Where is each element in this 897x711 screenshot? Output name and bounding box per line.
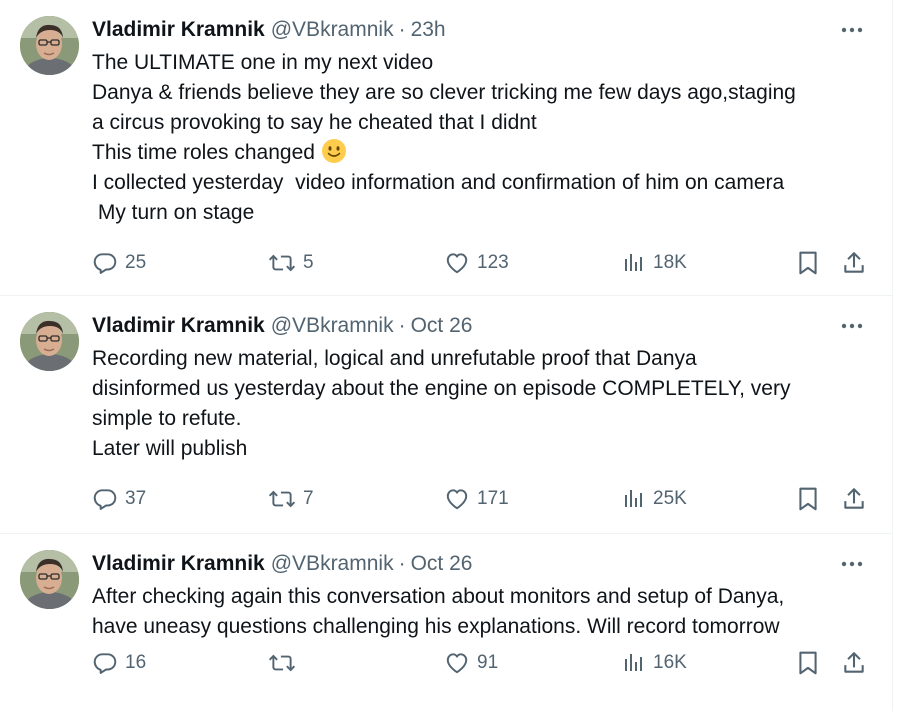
author-name[interactable]: Vladimir Kramnik (92, 310, 265, 342)
author-handle[interactable]: @VBkramnik (271, 310, 394, 342)
timestamp[interactable]: Oct 26 (411, 548, 473, 580)
like-button[interactable]: 91 (444, 650, 498, 676)
views-count: 25K (653, 488, 687, 509)
tweet-text: After checking again this conversation a… (92, 582, 864, 642)
tweet-header: Vladimir Kramnik @VBkramnik · 23h (92, 14, 864, 46)
timestamp[interactable]: 23h (411, 14, 446, 46)
views-icon (625, 490, 642, 507)
retweet-count: 7 (303, 488, 314, 509)
retweet-icon (268, 254, 296, 272)
tweet[interactable]: Vladimir Kramnik @VBkramnik · Oct 26 Rec… (0, 296, 892, 534)
avatar[interactable] (20, 550, 79, 609)
author-handle[interactable]: @VBkramnik (271, 14, 394, 46)
like-button[interactable]: 123 (444, 250, 509, 276)
more-button[interactable] (838, 20, 866, 40)
reply-button[interactable]: 37 (92, 486, 146, 512)
tweet[interactable]: Vladimir Kramnik @VBkramnik · 23h The UL… (0, 0, 892, 296)
share-button[interactable] (842, 650, 866, 676)
views-button[interactable]: 25K (622, 487, 687, 511)
tweet-text-line: The ULTIMATE one in my next video (92, 51, 434, 74)
tweet-text-line: a circus provoking to say he cheated tha… (92, 111, 537, 134)
tweet-text: The ULTIMATE one in my next video Danya … (92, 48, 864, 228)
like-button[interactable]: 171 (444, 486, 509, 512)
separator: · (398, 18, 406, 41)
reply-count: 25 (125, 252, 147, 273)
more-button[interactable] (838, 316, 866, 336)
avatar[interactable] (20, 312, 79, 371)
reply-icon (93, 653, 117, 674)
share-icon (844, 652, 864, 673)
more-button[interactable] (838, 554, 866, 574)
bookmark-button[interactable] (796, 250, 820, 276)
bookmark-icon (799, 487, 817, 511)
share-button[interactable] (842, 486, 866, 512)
slightly-smiling-face-emoji (321, 139, 346, 163)
tweet-text-line: I collected yesterday video information … (92, 171, 785, 194)
reply-icon (93, 253, 117, 274)
author-name[interactable]: Vladimir Kramnik (92, 14, 265, 46)
reply-button[interactable]: 25 (92, 250, 146, 276)
bookmark-icon (799, 651, 817, 675)
share-icon (844, 252, 864, 273)
more-horizontal-icon (841, 323, 863, 329)
tweet-header: Vladimir Kramnik @VBkramnik · Oct 26 (92, 548, 864, 580)
heart-icon (446, 253, 468, 274)
retweet-icon (268, 490, 296, 508)
tweet-text: Recording new material, logical and unre… (92, 344, 864, 464)
reply-count: 37 (125, 488, 147, 509)
views-count: 16K (653, 652, 687, 673)
more-horizontal-icon (841, 561, 863, 567)
tweet-header: Vladimir Kramnik @VBkramnik · Oct 26 (92, 310, 864, 342)
bookmark-button[interactable] (796, 650, 820, 676)
tweet-actions: 37 7 171 25K (92, 484, 866, 514)
share-icon (844, 488, 864, 509)
author-handle[interactable]: @VBkramnik (271, 548, 394, 580)
views-button[interactable]: 16K (622, 651, 687, 675)
retweet-icon (268, 654, 296, 672)
author-name[interactable]: Vladimir Kramnik (92, 548, 265, 580)
views-count: 18K (653, 252, 687, 273)
reply-button[interactable]: 16 (92, 650, 146, 676)
separator: · (398, 314, 406, 337)
retweet-button[interactable]: 5 (268, 250, 314, 276)
tweet-text-line: Danya & friends believe they are so clev… (92, 81, 796, 104)
tweet-text-line: Recording new material, logical and unre… (92, 347, 697, 370)
tweet-text-line: My turn on stage (92, 201, 255, 224)
heart-icon (446, 653, 468, 674)
reply-count: 16 (125, 652, 147, 673)
tweet-actions: 16 91 16K (92, 648, 866, 678)
timestamp[interactable]: Oct 26 (411, 310, 473, 342)
tweet-text-line-with-emoji: This time roles changed (92, 138, 864, 168)
reply-icon (93, 489, 117, 510)
more-horizontal-icon (841, 27, 863, 33)
bookmark-button[interactable] (796, 486, 820, 512)
tweet-text-line: This time roles changed (92, 141, 315, 164)
heart-icon (446, 489, 468, 510)
tweet-text-line: disinformed us yesterday about the engin… (92, 377, 791, 400)
tweet-actions: 25 5 123 18K (92, 248, 866, 278)
timeline: Vladimir Kramnik @VBkramnik · 23h The UL… (0, 0, 893, 711)
like-count: 123 (477, 252, 509, 273)
tweet-text-line: After checking again this conversation a… (92, 585, 785, 608)
retweet-count: 5 (303, 252, 314, 273)
avatar[interactable] (20, 16, 79, 75)
views-icon (625, 254, 642, 271)
tweet-text-line: have uneasy questions challenging his ex… (92, 615, 780, 638)
views-button[interactable]: 18K (622, 251, 687, 275)
tweet-text-line: simple to refute. (92, 407, 242, 430)
like-count: 91 (477, 652, 499, 673)
retweet-button[interactable]: 7 (268, 486, 314, 512)
bookmark-icon (799, 251, 817, 275)
separator: · (398, 552, 406, 575)
views-icon (625, 654, 642, 671)
like-count: 171 (477, 488, 509, 509)
share-button[interactable] (842, 250, 866, 276)
tweet[interactable]: Vladimir Kramnik @VBkramnik · Oct 26 Aft… (0, 534, 892, 711)
retweet-button[interactable] (268, 650, 303, 676)
tweet-text-line: Later will publish (92, 437, 248, 460)
